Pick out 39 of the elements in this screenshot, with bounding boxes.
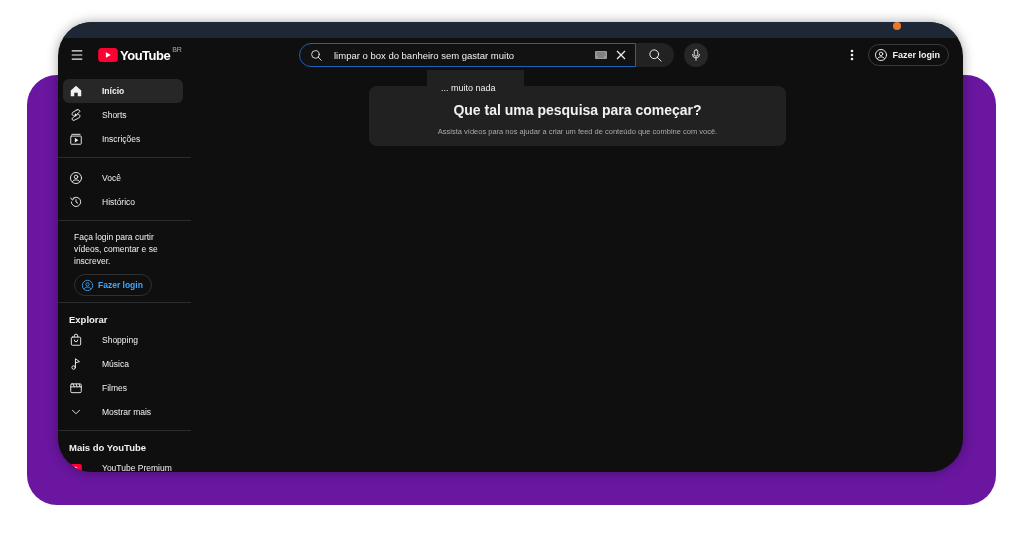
sidebar-item[interactable]: Shopping (63, 328, 183, 352)
microphone-icon (689, 48, 703, 62)
suggestion-item[interactable]: ... muito nada (427, 70, 496, 93)
search-icon (647, 47, 663, 63)
shopping-bag-icon (69, 333, 83, 347)
sidebar-item[interactable]: Música (63, 352, 183, 376)
history-icon (69, 195, 83, 209)
subscriptions-icon (69, 132, 83, 146)
more-options-icon[interactable] (850, 49, 855, 61)
user-circle-icon (81, 278, 94, 292)
search-button[interactable] (636, 43, 674, 67)
youtube-logo-icon (69, 461, 83, 472)
search-icon (310, 48, 323, 62)
sidebar-item[interactable]: Shorts (63, 103, 183, 127)
user-circle-icon (874, 48, 889, 62)
section-heading: Mais do YouTube (68, 441, 148, 455)
sidebar-item[interactable]: Histórico (63, 190, 183, 214)
sidebar-item[interactable]: Inscrições (63, 127, 183, 151)
profile-avatar-icon[interactable] (893, 22, 901, 30)
voice-search-button[interactable] (684, 43, 708, 67)
sidebar-item[interactable]: Início (63, 79, 183, 103)
youtube-logo-icon[interactable] (98, 48, 118, 62)
shorts-icon (69, 108, 83, 122)
sidebar-item[interactable]: Mostrar mais (63, 400, 183, 424)
sidebar-item[interactable]: YouTube Premium (63, 456, 183, 472)
film-icon (69, 381, 83, 395)
search-bar[interactable]: limpar o box do banheiro sem gastar muito (299, 43, 636, 67)
section-heading: Explorar (68, 313, 109, 327)
music-note-icon (69, 357, 83, 371)
menu-icon[interactable] (70, 49, 84, 61)
login-prompt-text: Faça login para curtir vídeos, comentar e se inscrever. (73, 231, 159, 267)
user-circle-icon (69, 171, 83, 185)
clear-icon[interactable] (615, 49, 627, 61)
card-title: Que tal uma pesquisa para começar? (453, 102, 702, 118)
search-field[interactable]: limpar o box do banheiro sem gastar muito (334, 49, 587, 61)
logo-text[interactable]: YouTube (120, 47, 171, 63)
sidebar-item[interactable]: Você (63, 166, 183, 190)
sidebar-item[interactable]: Filmes (63, 376, 183, 400)
home-icon (69, 84, 83, 98)
